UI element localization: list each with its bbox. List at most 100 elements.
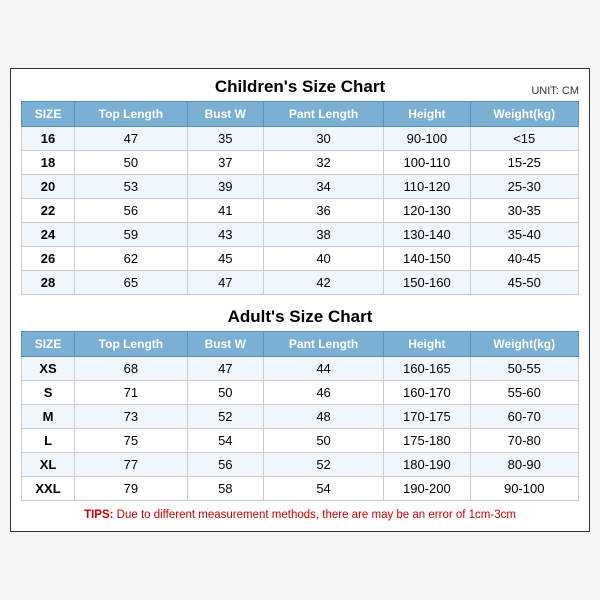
table-row: 1647353090-100<15 bbox=[22, 127, 579, 151]
children-header-cell: SIZE bbox=[22, 102, 75, 127]
table-row: 20533934110-12025-30 bbox=[22, 175, 579, 199]
table-cell: 47 bbox=[187, 271, 263, 295]
adult-header-row: SIZETop LengthBust WPant LengthHeightWei… bbox=[22, 332, 579, 357]
adult-header-cell: Pant Length bbox=[263, 332, 383, 357]
adult-header-cell: Weight(kg) bbox=[470, 332, 579, 357]
table-cell: 47 bbox=[187, 357, 263, 381]
children-header-cell: Top Length bbox=[75, 102, 188, 127]
table-cell: 50 bbox=[75, 151, 188, 175]
table-cell: 120-130 bbox=[384, 199, 470, 223]
table-cell: 56 bbox=[187, 453, 263, 477]
table-cell: 59 bbox=[75, 223, 188, 247]
table-cell: 62 bbox=[75, 247, 188, 271]
children-header-cell: Weight(kg) bbox=[470, 102, 579, 127]
table-cell: 38 bbox=[263, 223, 383, 247]
table-cell: 22 bbox=[22, 199, 75, 223]
tips-text: Due to different measurement methods, th… bbox=[113, 509, 515, 521]
table-cell: 73 bbox=[75, 405, 188, 429]
table-cell: 30-35 bbox=[470, 199, 579, 223]
table-cell: 45 bbox=[187, 247, 263, 271]
table-cell: 20 bbox=[22, 175, 75, 199]
table-cell: 65 bbox=[75, 271, 188, 295]
table-cell: 24 bbox=[22, 223, 75, 247]
table-cell: 28 bbox=[22, 271, 75, 295]
table-cell: S bbox=[22, 381, 75, 405]
table-row: 22564136120-13030-35 bbox=[22, 199, 579, 223]
children-header-cell: Height bbox=[384, 102, 470, 127]
table-cell: 37 bbox=[187, 151, 263, 175]
table-cell: 41 bbox=[187, 199, 263, 223]
table-cell: L bbox=[22, 429, 75, 453]
table-cell: XS bbox=[22, 357, 75, 381]
table-cell: 42 bbox=[263, 271, 383, 295]
children-size-table: SIZETop LengthBust WPant LengthHeightWei… bbox=[21, 101, 579, 295]
table-row: L755450175-18070-80 bbox=[22, 429, 579, 453]
table-cell: 39 bbox=[187, 175, 263, 199]
table-cell: 25-30 bbox=[470, 175, 579, 199]
table-cell: 75 bbox=[75, 429, 188, 453]
table-cell: 35-40 bbox=[470, 223, 579, 247]
tips-label: TIPS: bbox=[84, 509, 113, 521]
table-row: 24594338130-14035-40 bbox=[22, 223, 579, 247]
table-row: XS684744160-16550-55 bbox=[22, 357, 579, 381]
table-row: 28654742150-16045-50 bbox=[22, 271, 579, 295]
table-cell: 52 bbox=[263, 453, 383, 477]
adult-header-cell: Bust W bbox=[187, 332, 263, 357]
table-cell: 26 bbox=[22, 247, 75, 271]
table-cell: 54 bbox=[263, 477, 383, 501]
table-cell: 130-140 bbox=[384, 223, 470, 247]
table-cell: 77 bbox=[75, 453, 188, 477]
children-header-cell: Pant Length bbox=[263, 102, 383, 127]
table-cell: 58 bbox=[187, 477, 263, 501]
table-cell: 40 bbox=[263, 247, 383, 271]
table-cell: 47 bbox=[75, 127, 188, 151]
table-row: XL775652180-19080-90 bbox=[22, 453, 579, 477]
adult-header-cell: Top Length bbox=[75, 332, 188, 357]
adult-size-table: SIZETop LengthBust WPant LengthHeightWei… bbox=[21, 331, 579, 501]
table-cell: 40-45 bbox=[470, 247, 579, 271]
table-cell: 90-100 bbox=[384, 127, 470, 151]
table-cell: 90-100 bbox=[470, 477, 579, 501]
table-cell: 16 bbox=[22, 127, 75, 151]
table-cell: 52 bbox=[187, 405, 263, 429]
table-row: M735248170-17560-70 bbox=[22, 405, 579, 429]
table-cell: 100-110 bbox=[384, 151, 470, 175]
chart-container: Children's Size Chart UNIT: CM SIZETop L… bbox=[10, 68, 590, 532]
table-cell: 15-25 bbox=[470, 151, 579, 175]
table-row: XXL795854190-20090-100 bbox=[22, 477, 579, 501]
table-cell: 32 bbox=[263, 151, 383, 175]
table-cell: M bbox=[22, 405, 75, 429]
table-cell: 35 bbox=[187, 127, 263, 151]
table-cell: 50-55 bbox=[470, 357, 579, 381]
table-cell: 50 bbox=[263, 429, 383, 453]
table-row: S715046160-17055-60 bbox=[22, 381, 579, 405]
table-cell: 50 bbox=[187, 381, 263, 405]
table-cell: XL bbox=[22, 453, 75, 477]
table-cell: 160-170 bbox=[384, 381, 470, 405]
adult-section-title: Adult's Size Chart bbox=[228, 307, 373, 327]
table-cell: 18 bbox=[22, 151, 75, 175]
children-section-title: Children's Size Chart bbox=[215, 77, 385, 97]
unit-label: UNIT: CM bbox=[531, 85, 579, 97]
table-cell: 48 bbox=[263, 405, 383, 429]
adult-header-cell: SIZE bbox=[22, 332, 75, 357]
table-cell: 45-50 bbox=[470, 271, 579, 295]
tips-row: TIPS: Due to different measurement metho… bbox=[21, 507, 579, 523]
table-cell: 110-120 bbox=[384, 175, 470, 199]
table-cell: 160-165 bbox=[384, 357, 470, 381]
table-cell: 150-160 bbox=[384, 271, 470, 295]
table-cell: 140-150 bbox=[384, 247, 470, 271]
table-cell: 79 bbox=[75, 477, 188, 501]
table-cell: 53 bbox=[75, 175, 188, 199]
children-header-cell: Bust W bbox=[187, 102, 263, 127]
table-cell: 190-200 bbox=[384, 477, 470, 501]
table-cell: 55-60 bbox=[470, 381, 579, 405]
table-cell: 54 bbox=[187, 429, 263, 453]
table-cell: 56 bbox=[75, 199, 188, 223]
table-cell: 175-180 bbox=[384, 429, 470, 453]
adult-header-cell: Height bbox=[384, 332, 470, 357]
table-row: 26624540140-15040-45 bbox=[22, 247, 579, 271]
table-cell: 170-175 bbox=[384, 405, 470, 429]
adult-title-row: Adult's Size Chart bbox=[21, 307, 579, 327]
table-row: 18503732100-11015-25 bbox=[22, 151, 579, 175]
